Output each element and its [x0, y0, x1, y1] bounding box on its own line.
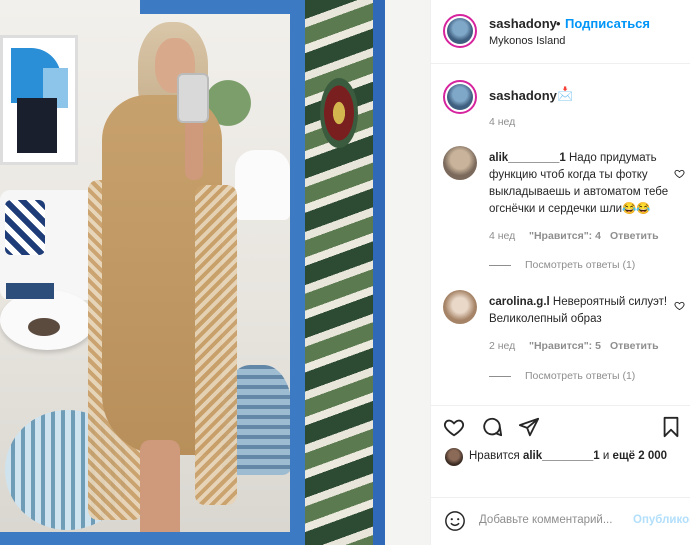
- view-replies-button[interactable]: Посмотреть ответы (1): [489, 259, 635, 271]
- photo-wall-right: [385, 0, 430, 545]
- comment-username[interactable]: alik________1: [489, 152, 566, 164]
- mirror-frame-bottom: [0, 532, 295, 545]
- caption-avatar[interactable]: [443, 80, 477, 114]
- comment-text: alik________1 Надо придумать функцию что…: [489, 150, 669, 218]
- comment-avatar[interactable]: [443, 290, 477, 324]
- caption-emoji: 📩: [557, 86, 574, 101]
- caption-time[interactable]: 4 нед: [489, 116, 515, 128]
- comment-reply-button[interactable]: Ответить: [610, 340, 659, 352]
- comment-icon[interactable]: [481, 416, 503, 438]
- likes-user-link[interactable]: alik________1: [523, 450, 600, 462]
- instagram-post-view: sashadony • Подписаться Mykonos Island s…: [0, 0, 690, 545]
- comment-line: функцию чтоб когда ты фотку: [489, 169, 648, 181]
- photo-cushion: [5, 200, 45, 255]
- follow-button[interactable]: Подписаться: [565, 16, 650, 31]
- comment-text: carolina.g.l Невероятный силуэт! Великол…: [489, 294, 669, 328]
- post-actions-bar: Нравится alik________1 и ещё 2 000: [431, 405, 690, 505]
- post-header: sashadony • Подписаться Mykonos Island: [431, 0, 690, 64]
- mirror-frame-medallion: [320, 78, 358, 148]
- photo-bowl: [28, 318, 60, 336]
- post-location[interactable]: Mykonos Island: [489, 35, 565, 47]
- photo-lamp: [235, 150, 290, 220]
- author-avatar[interactable]: [443, 14, 477, 48]
- emoji-icon[interactable]: [444, 510, 466, 532]
- author-username[interactable]: sashadony: [489, 16, 557, 31]
- comment-like-heart-icon[interactable]: [674, 168, 685, 179]
- wall-artwork: [0, 35, 78, 165]
- comment-time[interactable]: 4 нед: [489, 230, 515, 242]
- bookmark-icon[interactable]: [660, 416, 682, 438]
- add-comment-bar: Добавьте комментарий... Опубликовать: [431, 497, 690, 545]
- comment-line: Невероятный силуэт!: [552, 296, 668, 308]
- comment-line: Надо придумать: [568, 152, 657, 164]
- share-icon[interactable]: [518, 416, 540, 438]
- comment-like-heart-icon[interactable]: [674, 300, 685, 311]
- post-photo[interactable]: [0, 0, 430, 545]
- comment-likes[interactable]: "Нравится": 5: [529, 340, 601, 352]
- post-side-panel: sashadony • Подписаться Mykonos Island s…: [430, 0, 690, 545]
- comment-line: Великолепный образ: [489, 313, 602, 325]
- heart-icon[interactable]: [443, 416, 465, 438]
- photo-person-leg: [140, 440, 180, 545]
- view-replies-button[interactable]: Посмотреть ответы (1): [489, 370, 635, 382]
- comment-line: огснёчки и сердечки шли😂😂: [489, 203, 651, 215]
- comment-likes[interactable]: "Нравится": 4: [529, 230, 601, 242]
- comment-avatar[interactable]: [443, 146, 477, 180]
- likes-summary: Нравится alik________1 и ещё 2 000: [469, 450, 668, 462]
- photo-phone: [177, 73, 209, 123]
- photo-book: [6, 283, 54, 299]
- photo-cardigan-right: [195, 185, 237, 505]
- comment-line: выкладываешь и автоматом тебе: [489, 186, 669, 198]
- likes-avatar[interactable]: [445, 448, 463, 466]
- comment-reply-button[interactable]: Ответить: [610, 230, 659, 242]
- header-separator: •: [556, 16, 561, 31]
- comment-username[interactable]: carolina.g.l: [489, 296, 550, 308]
- mirror-frame-stripe: [373, 0, 385, 545]
- likes-others-link[interactable]: ещё 2 000: [613, 450, 667, 462]
- post-comment-button[interactable]: Опубликовать: [633, 514, 690, 526]
- comment-time[interactable]: 2 нед: [489, 340, 515, 352]
- mirror-frame-top: [140, 0, 292, 14]
- add-comment-input[interactable]: Добавьте комментарий...: [479, 514, 629, 526]
- caption-username[interactable]: sashadony: [489, 88, 557, 103]
